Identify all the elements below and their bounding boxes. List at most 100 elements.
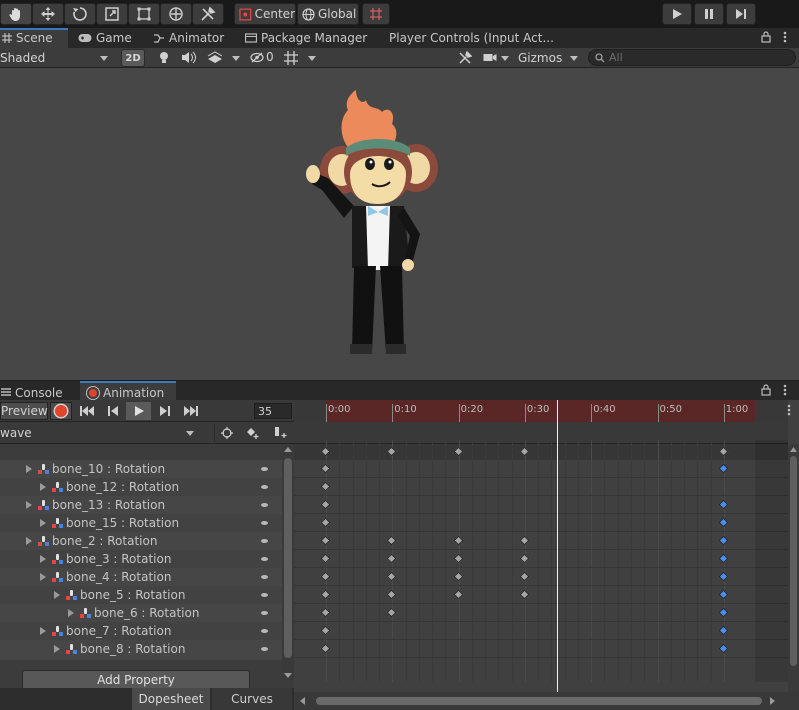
grid-icon[interactable] [283,50,299,66]
property-row[interactable]: bone_7 : Rotation [0,622,282,640]
property-options-icon[interactable] [261,647,268,651]
timeline-vscrollbar[interactable] [788,444,799,692]
property-options-icon[interactable] [261,629,268,633]
gamepad-icon [78,34,92,42]
tab-scene[interactable]: Scene [2,28,53,48]
property-row[interactable]: bone_6 : Rotation [0,604,282,622]
tab-game-label: Game [96,31,132,45]
property-label: bone_12 : Rotation [66,480,180,494]
custom-tool-button[interactable] [192,3,224,25]
filter-by-selection-button[interactable] [214,424,238,442]
tab-game[interactable]: Game [78,28,132,48]
play-button[interactable] [662,3,692,25]
scene-viewport[interactable] [0,68,799,380]
expand-arrow-icon[interactable] [26,501,32,509]
hscroll-thumb[interactable] [316,697,762,705]
property-options-icon[interactable] [261,503,268,507]
property-options-icon[interactable] [261,539,268,543]
kebab-menu-icon[interactable] [783,31,787,43]
expand-arrow-icon[interactable] [68,609,74,617]
vscroll-thumb[interactable] [790,456,797,666]
events-row[interactable] [294,422,788,444]
2d-toggle[interactable]: 2D [121,49,145,67]
rotate-tool-button[interactable] [64,3,96,25]
clip-dropdown[interactable]: wave [0,424,198,442]
grid-caret-icon[interactable] [308,56,316,61]
prev-key-button[interactable] [100,402,125,420]
frame-field[interactable] [254,403,292,419]
draw-mode-dropdown[interactable]: Shaded [0,49,112,67]
lighting-icon[interactable] [158,51,170,65]
transform-tool-button[interactable] [160,3,192,25]
first-key-button[interactable] [74,402,99,420]
add-keyframe-button[interactable] [240,424,266,442]
lock-icon-2[interactable] [761,384,771,396]
tab-animator[interactable]: Animator [153,28,224,48]
scene-search-field[interactable]: All [588,49,796,66]
property-options-icon[interactable] [261,485,268,489]
property-row[interactable]: bone_15 : Rotation [0,514,282,532]
property-row[interactable]: bone_5 : Rotation [0,586,282,604]
space-global-button[interactable]: Global [297,3,359,25]
record-button[interactable] [50,402,72,420]
preview-button[interactable]: Preview [0,402,48,420]
tools-icon[interactable] [458,51,472,65]
scroll-thumb[interactable] [284,458,292,658]
expand-arrow-icon[interactable] [40,573,46,581]
property-options-icon[interactable] [261,611,268,615]
move-tool-button[interactable] [32,3,64,25]
curves-tab[interactable]: Curves [212,688,292,710]
property-options-icon[interactable] [261,593,268,597]
add-property-button[interactable]: Add Property [22,670,250,690]
property-row[interactable]: bone_10 : Rotation [0,460,282,478]
expand-arrow-icon[interactable] [54,591,60,599]
expand-arrow-icon[interactable] [40,627,46,635]
play-animation-button[interactable] [126,402,151,420]
hscroll-right-icon [770,697,775,705]
property-row[interactable]: bone_3 : Rotation [0,550,282,568]
dopesheet-tab[interactable]: Dopesheet [132,688,210,710]
gizmos-dropdown[interactable]: Gizmos [514,49,582,67]
expand-arrow-icon[interactable] [54,645,60,653]
property-row[interactable]: bone_4 : Rotation [0,568,282,586]
expand-arrow-icon[interactable] [40,555,46,563]
monkey-character-sprite[interactable] [300,88,445,360]
kebab-menu-icon-2[interactable] [783,384,787,396]
camera-caret-icon[interactable] [501,56,509,61]
property-options-icon[interactable] [261,521,268,525]
scale-tool-button[interactable] [96,3,128,25]
hidden-objects-icon[interactable] [250,52,264,63]
timeline-hscrollbar[interactable] [294,692,799,710]
effects-icon[interactable] [207,51,223,64]
pivot-center-button[interactable]: Center [234,3,296,25]
camera-icon[interactable] [483,52,497,63]
kebab-menu-icon-3[interactable] [787,404,791,416]
tab-package-manager[interactable]: Package Manager [245,28,367,48]
rotate-icon [73,7,87,21]
snap-grid-button[interactable] [362,3,390,25]
expand-arrow-icon[interactable] [40,519,46,527]
add-event-button[interactable] [268,424,292,442]
property-row[interactable]: bone_2 : Rotation [0,532,282,550]
property-row[interactable]: bone_13 : Rotation [0,496,282,514]
property-row[interactable]: bone_12 : Rotation [0,478,282,496]
property-options-icon[interactable] [261,575,268,579]
step-button[interactable] [726,3,756,25]
property-options-icon[interactable] [261,467,268,471]
expand-arrow-icon[interactable] [26,465,32,473]
next-key-button[interactable] [152,402,177,420]
audio-icon[interactable] [181,51,197,64]
expand-arrow-icon[interactable] [40,483,46,491]
last-key-button[interactable] [178,402,203,420]
rect-tool-button[interactable] [128,3,160,25]
properties-scrollbar[interactable] [282,444,294,680]
pause-button[interactable] [694,3,724,25]
effects-caret-icon[interactable] [232,56,240,61]
hand-tool-button[interactable] [0,3,32,25]
playhead-line[interactable] [557,400,558,692]
property-options-icon[interactable] [261,557,268,561]
expand-arrow-icon[interactable] [26,537,32,545]
tab-player-controls[interactable]: Player Controls (Input Act... [389,28,554,48]
property-row[interactable]: bone_8 : Rotation [0,640,282,658]
lock-icon[interactable] [761,31,771,43]
